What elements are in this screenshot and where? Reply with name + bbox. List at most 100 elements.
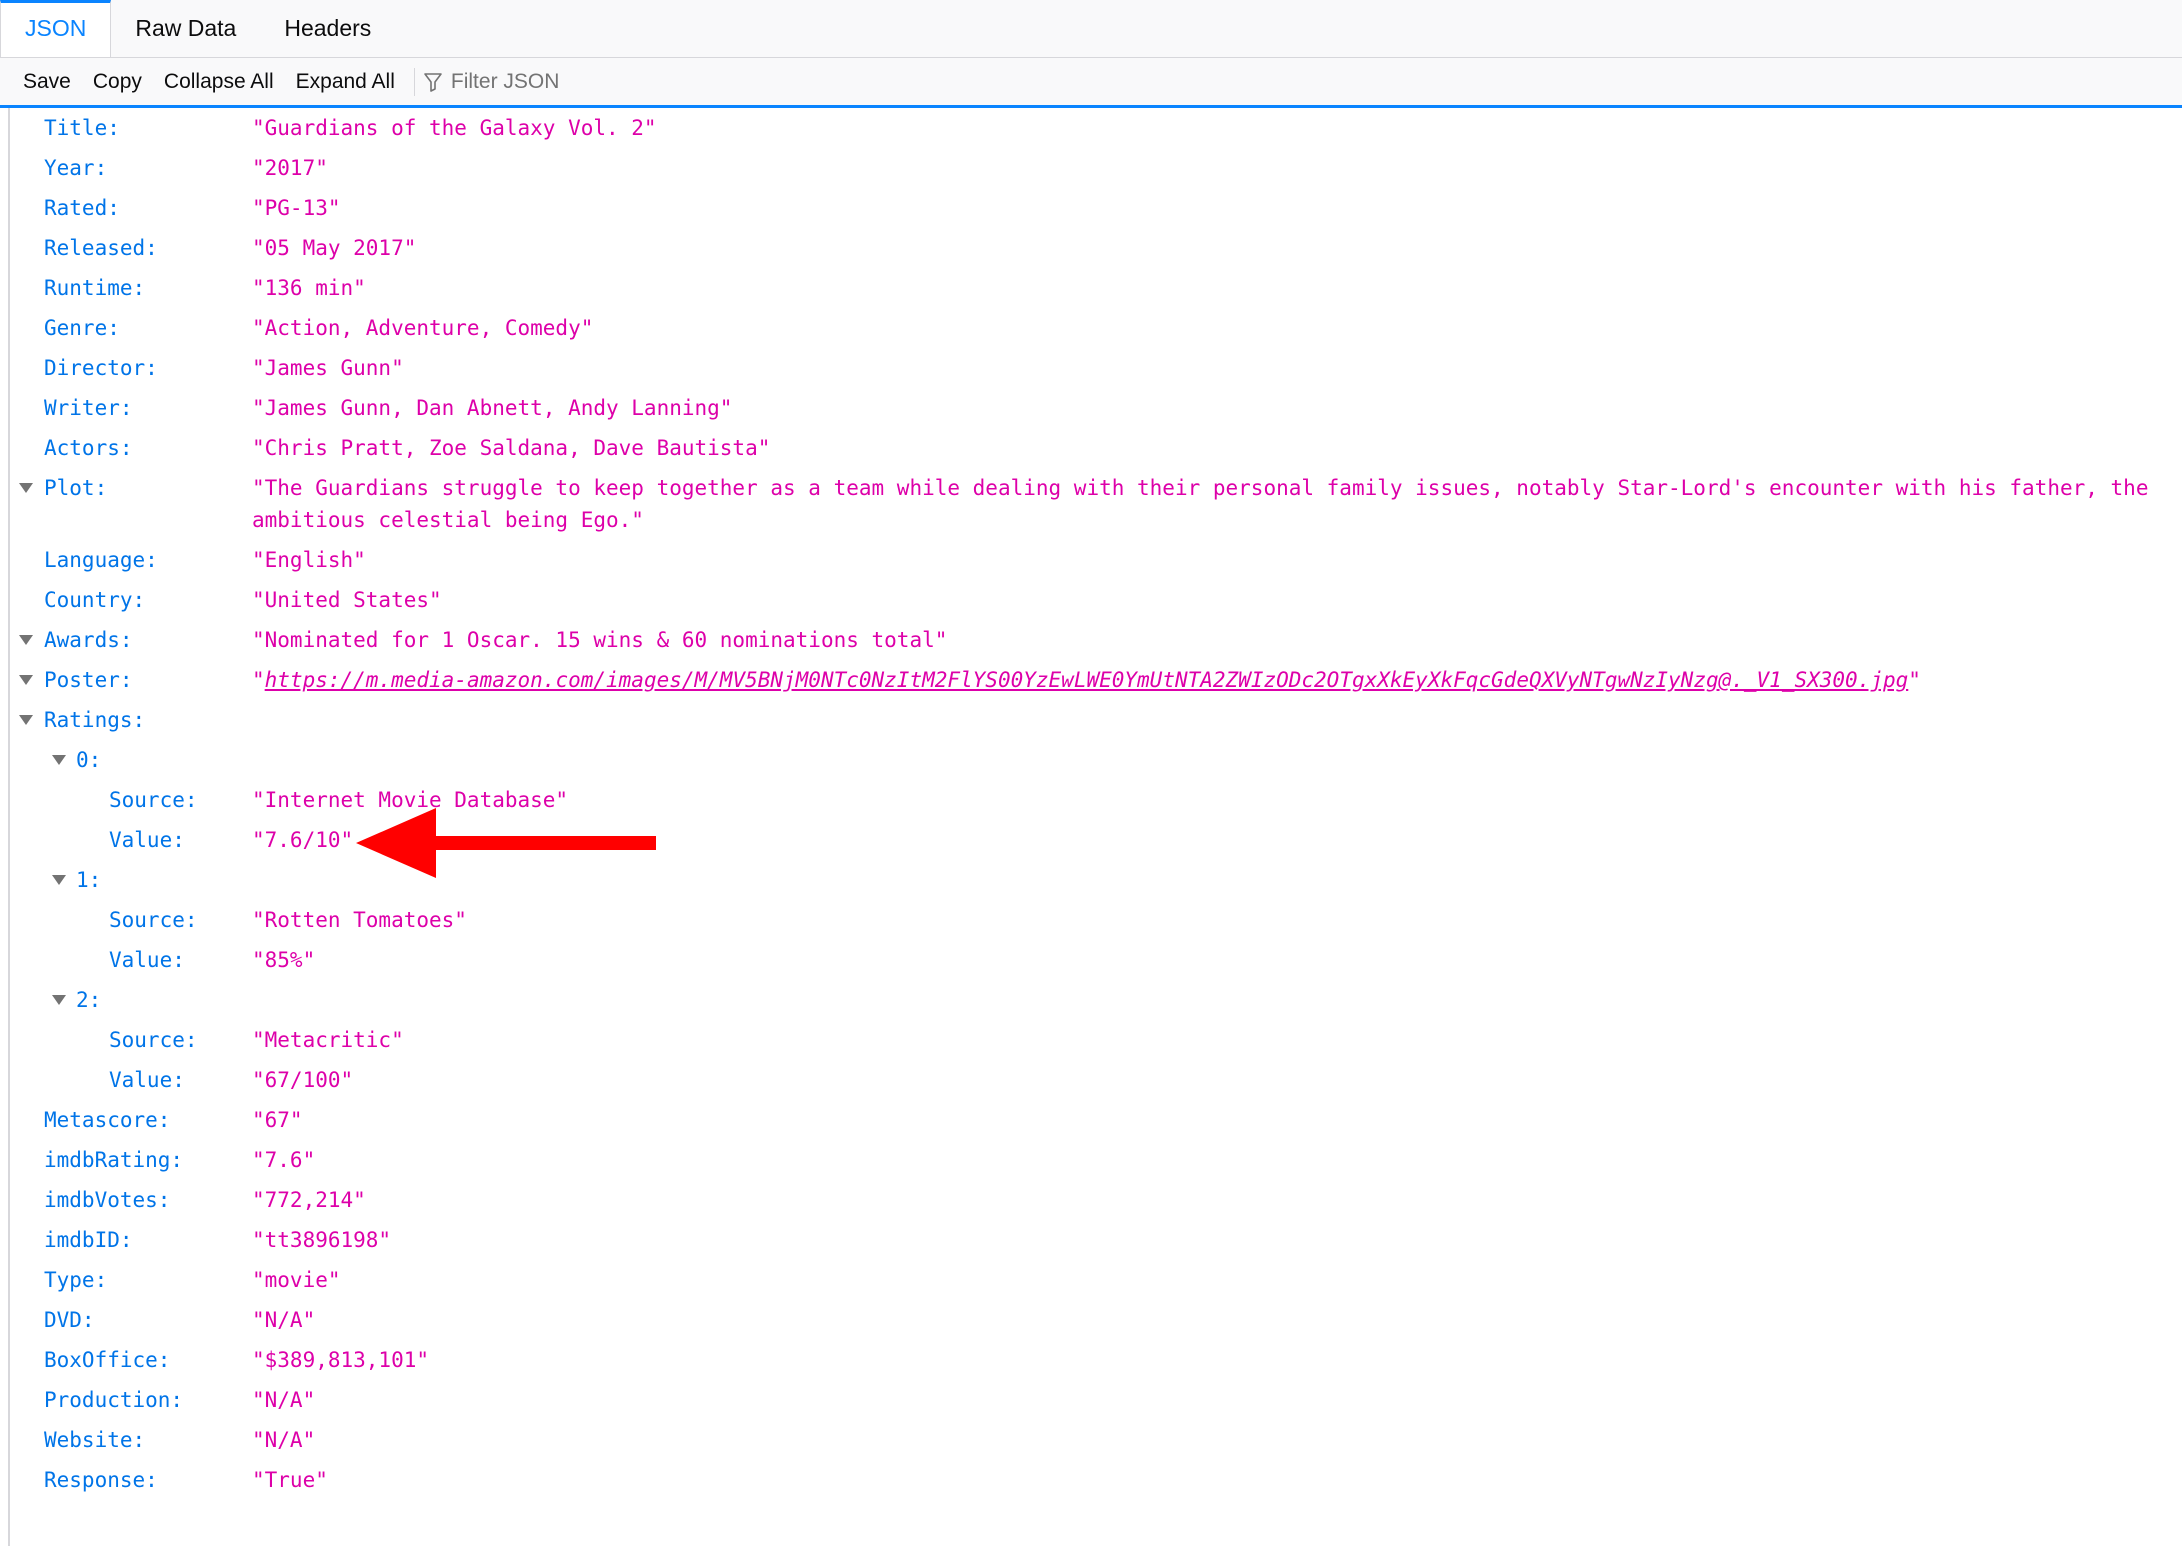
json-value: "N/A" — [252, 1308, 316, 1332]
json-row-metascore: Metascore: "67" — [10, 1100, 2182, 1140]
json-value: "772,214" — [252, 1188, 366, 1212]
json-toolbar: Save Copy Collapse All Expand All Filter… — [0, 58, 2182, 108]
json-row-ratings-2-source: Source: "Metacritic" — [10, 1020, 2182, 1060]
json-row-dvd: DVD: "N/A" — [10, 1300, 2182, 1340]
json-row-awards: Awards: "Nominated for 1 Oscar. 15 wins … — [10, 620, 2182, 660]
json-key: Ratings: — [44, 708, 146, 732]
json-key: Source: — [109, 908, 198, 932]
json-value: "7.6/10" — [252, 828, 354, 852]
tab-json[interactable]: JSON — [0, 0, 112, 57]
json-value: "$389,813,101" — [252, 1348, 430, 1372]
tab-headers[interactable]: Headers — [260, 0, 395, 57]
quote-mark: " — [252, 668, 265, 692]
json-row-ratings-1-source: Source: "Rotten Tomatoes" — [10, 900, 2182, 940]
json-key: Actors: — [44, 436, 133, 460]
json-row-ratings-2-value: Value: "67/100" — [10, 1060, 2182, 1100]
json-value: "67/100" — [252, 1068, 354, 1092]
json-key: Awards: — [44, 628, 133, 652]
json-key: 1: — [76, 868, 102, 892]
json-key: Language: — [44, 548, 158, 572]
expand-toggle-icon[interactable] — [19, 483, 33, 493]
json-row-runtime: Runtime: "136 min" — [10, 268, 2182, 308]
json-row-rated: Rated: "PG-13" — [10, 188, 2182, 228]
json-key: imdbRating: — [44, 1148, 184, 1172]
json-key: imdbID: — [44, 1228, 133, 1252]
json-key: Website: — [44, 1428, 146, 1452]
copy-button[interactable]: Copy — [82, 58, 153, 105]
json-value: "Metacritic" — [252, 1028, 404, 1052]
json-value: "Action, Adventure, Comedy" — [252, 316, 594, 340]
json-row-ratings-2: 2: — [10, 980, 2182, 1020]
json-value: "PG-13" — [252, 196, 341, 220]
json-row-country: Country: "United States" — [10, 580, 2182, 620]
json-row-ratings-1-value: Value: "85%" — [10, 940, 2182, 980]
expand-all-button[interactable]: Expand All — [285, 58, 406, 105]
expand-toggle-icon[interactable] — [19, 715, 33, 725]
expand-toggle-icon[interactable] — [19, 635, 33, 645]
json-row-language: Language: "English" — [10, 540, 2182, 580]
json-value: "05 May 2017" — [252, 236, 417, 260]
json-key: Value: — [109, 948, 185, 972]
json-key: Value: — [109, 1068, 185, 1092]
json-key: 2: — [76, 988, 102, 1012]
json-value: "2017" — [252, 156, 328, 180]
expand-toggle-icon[interactable] — [19, 675, 33, 685]
json-value: "James Gunn, Dan Abnett, Andy Lanning" — [252, 396, 733, 420]
json-row-ratings-0-source: Source: "Internet Movie Database" — [10, 780, 2182, 820]
json-key: Type: — [44, 1268, 108, 1292]
json-value: "English" — [252, 548, 366, 572]
json-row-year: Year: "2017" — [10, 148, 2182, 188]
json-value: "tt3896198" — [252, 1228, 392, 1252]
json-value: "7.6" — [252, 1148, 316, 1172]
json-value: "The Guardians struggle to keep together… — [252, 476, 2149, 532]
json-value: "85%" — [252, 948, 316, 972]
json-key: Country: — [44, 588, 146, 612]
json-key: Year: — [44, 156, 108, 180]
collapse-all-button[interactable]: Collapse All — [153, 58, 285, 105]
json-row-ratings: Ratings: — [10, 700, 2182, 740]
tab-bar: JSON Raw Data Headers — [0, 0, 2182, 58]
json-key: Poster: — [44, 668, 133, 692]
json-value: "N/A" — [252, 1388, 316, 1412]
expand-toggle-icon[interactable] — [52, 995, 66, 1005]
json-key: Director: — [44, 356, 158, 380]
json-key: Metascore: — [44, 1108, 171, 1132]
json-value: "United States" — [252, 588, 442, 612]
json-key: 0: — [76, 748, 102, 772]
json-value: "James Gunn" — [252, 356, 404, 380]
quote-mark: " — [1908, 668, 1921, 692]
json-row-actors: Actors: "Chris Pratt, Zoe Saldana, Dave … — [10, 428, 2182, 468]
poster-link[interactable]: https://m.media-amazon.com/images/M/MV5B… — [265, 668, 1909, 692]
json-key: Plot: — [44, 476, 108, 500]
tab-raw-data[interactable]: Raw Data — [111, 0, 260, 57]
json-row-ratings-1: 1: — [10, 860, 2182, 900]
json-value: "Guardians of the Galaxy Vol. 2" — [252, 116, 657, 140]
json-row-type: Type: "movie" — [10, 1260, 2182, 1300]
json-key: Title: — [44, 116, 120, 140]
json-row-poster: Poster: "https://m.media-amazon.com/imag… — [10, 660, 2182, 700]
json-row-genre: Genre: "Action, Adventure, Comedy" — [10, 308, 2182, 348]
json-value: "136 min" — [252, 276, 366, 300]
json-key: Value: — [109, 828, 185, 852]
toolbar-divider — [413, 67, 415, 96]
json-row-imdbvotes: imdbVotes: "772,214" — [10, 1180, 2182, 1220]
json-value: "67" — [252, 1108, 303, 1132]
json-key: Production: — [44, 1388, 184, 1412]
json-value: "movie" — [252, 1268, 341, 1292]
json-value: "Chris Pratt, Zoe Saldana, Dave Bautista… — [252, 436, 771, 460]
json-key: Rated: — [44, 196, 120, 220]
json-value: "https://m.media-amazon.com/images/M/MV5… — [252, 660, 1921, 700]
save-button[interactable]: Save — [12, 58, 82, 105]
expand-toggle-icon[interactable] — [52, 755, 66, 765]
json-value: "Rotten Tomatoes" — [252, 908, 467, 932]
json-row-writer: Writer: "James Gunn, Dan Abnett, Andy La… — [10, 388, 2182, 428]
funnel-icon — [424, 72, 442, 92]
json-key: Source: — [109, 1028, 198, 1052]
json-key: BoxOffice: — [44, 1348, 171, 1372]
json-row-title: Title: "Guardians of the Galaxy Vol. 2" — [10, 108, 2182, 148]
json-key: Source: — [109, 788, 198, 812]
filter-json-input[interactable]: Filter JSON — [423, 58, 559, 105]
json-key: Released: — [44, 236, 158, 260]
json-key: Genre: — [44, 316, 120, 340]
expand-toggle-icon[interactable] — [52, 875, 66, 885]
